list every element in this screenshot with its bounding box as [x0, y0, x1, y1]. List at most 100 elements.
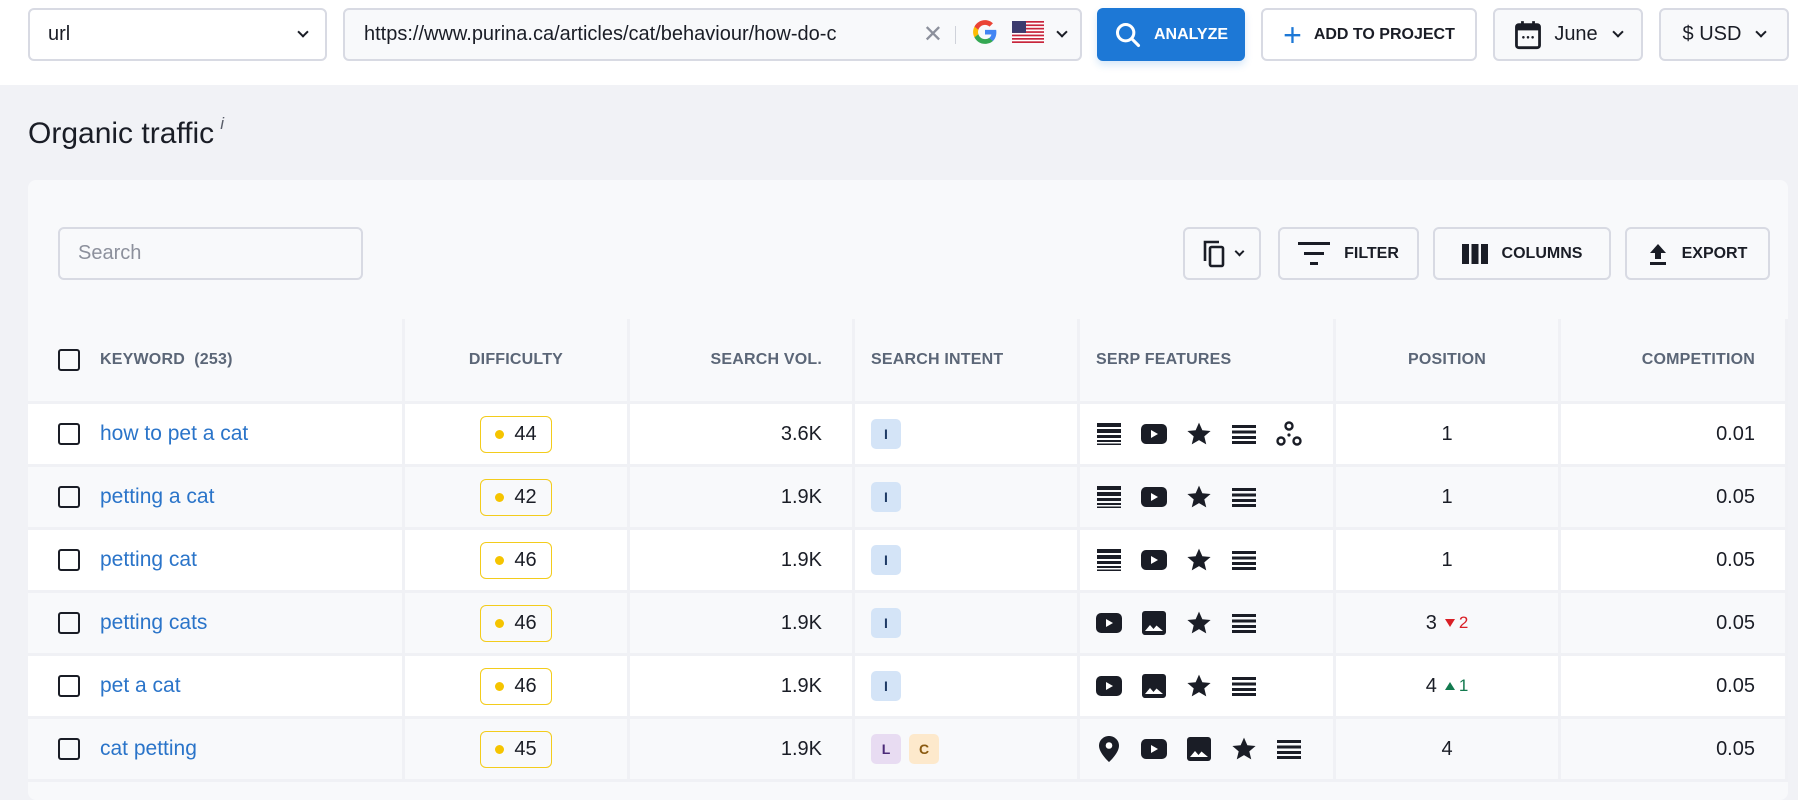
images-icon[interactable] — [1141, 610, 1167, 636]
difficulty-value: 46 — [514, 548, 537, 571]
us-flag-icon[interactable] — [1012, 20, 1044, 49]
position-value: 1 — [1441, 485, 1453, 508]
position-cell: 41 — [1336, 656, 1561, 716]
intent-badge: I — [871, 545, 901, 575]
featured-snippet-icon[interactable] — [1096, 484, 1122, 510]
difficulty-dot-icon — [495, 744, 505, 754]
analyze-button[interactable]: ANALYZE — [1097, 8, 1245, 61]
search-volume-cell: 1.9K — [630, 593, 855, 653]
images-icon[interactable] — [1186, 736, 1212, 762]
competition-cell: 0.05 — [1561, 593, 1788, 653]
difficulty-cell: 42 — [405, 467, 630, 527]
images-icon[interactable] — [1141, 673, 1167, 699]
row-checkbox[interactable] — [58, 738, 80, 760]
currency-select[interactable]: $ USD — [1659, 8, 1789, 61]
search-intent-cell: I — [855, 404, 1080, 464]
search-input[interactable] — [78, 242, 343, 265]
url-input-value[interactable]: https://www.purina.ca/articles/cat/behav… — [364, 23, 917, 46]
keyword-link[interactable]: petting cats — [100, 611, 207, 635]
keyword-link[interactable]: cat petting — [100, 737, 197, 761]
clear-icon[interactable]: ✕ — [923, 20, 943, 49]
competition-cell: 0.01 — [1561, 404, 1788, 464]
video-icon[interactable] — [1141, 421, 1167, 447]
difficulty-cell: 46 — [405, 530, 630, 590]
keyword-link[interactable]: petting cat — [100, 548, 197, 572]
filter-button[interactable]: FILTER — [1278, 227, 1419, 280]
reviews-icon[interactable] — [1186, 610, 1212, 636]
row-checkbox[interactable] — [58, 612, 80, 634]
knowledge-graph-icon[interactable] — [1276, 421, 1302, 447]
video-icon[interactable] — [1141, 736, 1167, 762]
local-pack-icon[interactable] — [1096, 736, 1122, 762]
row-checkbox[interactable] — [58, 675, 80, 697]
header-keyword[interactable]: KEYWORD (253) — [28, 319, 405, 401]
people-also-ask-icon[interactable] — [1231, 484, 1257, 510]
table-row[interactable]: petting cats 46 1.9K I 32 0.05 — [28, 593, 1788, 656]
serp-features-cell — [1080, 656, 1336, 716]
url-input-field[interactable]: https://www.purina.ca/articles/cat/behav… — [343, 8, 1082, 61]
table-row[interactable]: petting cat 46 1.9K I 1 0.05 — [28, 530, 1788, 593]
chevron-down-icon — [1234, 246, 1244, 256]
people-also-ask-icon[interactable] — [1231, 610, 1257, 636]
table-row[interactable]: cat petting 45 1.9K LC 4 0.05 — [28, 719, 1788, 782]
video-icon[interactable] — [1141, 484, 1167, 510]
row-checkbox[interactable] — [58, 549, 80, 571]
competition-cell: 0.05 — [1561, 467, 1788, 527]
info-icon[interactable]: i — [220, 114, 224, 133]
search-intent-cell: I — [855, 467, 1080, 527]
featured-snippet-icon[interactable] — [1096, 547, 1122, 573]
reviews-icon[interactable] — [1186, 547, 1212, 573]
add-to-project-button[interactable]: + ADD TO PROJECT — [1261, 8, 1477, 61]
position-value: 1 — [1441, 422, 1453, 445]
header-search-intent[interactable]: SEARCH INTENT — [855, 319, 1080, 401]
export-label: EXPORT — [1681, 244, 1748, 262]
columns-label: COLUMNS — [1501, 244, 1583, 262]
row-checkbox[interactable] — [58, 486, 80, 508]
select-all-checkbox[interactable] — [58, 349, 80, 371]
people-also-ask-icon[interactable] — [1231, 421, 1257, 447]
people-also-ask-icon[interactable] — [1276, 736, 1302, 762]
difficulty-value: 42 — [514, 485, 537, 508]
people-also-ask-icon[interactable] — [1231, 547, 1257, 573]
difficulty-dot-icon — [495, 429, 505, 439]
position-change: 1 — [1444, 676, 1468, 696]
row-checkbox[interactable] — [58, 423, 80, 445]
month-select[interactable]: June — [1493, 8, 1643, 61]
copy-button[interactable] — [1183, 227, 1261, 280]
header-serp-features[interactable]: SERP FEATURES — [1080, 319, 1336, 401]
video-icon[interactable] — [1141, 547, 1167, 573]
keyword-link[interactable]: petting a cat — [100, 485, 214, 509]
people-also-ask-icon[interactable] — [1231, 673, 1257, 699]
url-type-select[interactable]: url — [28, 8, 327, 61]
video-icon[interactable] — [1096, 610, 1122, 636]
serp-features-cell — [1080, 404, 1336, 464]
header-position[interactable]: POSITION — [1336, 319, 1561, 401]
keyword-search[interactable] — [58, 227, 363, 280]
chevron-down-icon[interactable] — [1056, 26, 1068, 38]
reviews-icon[interactable] — [1186, 484, 1212, 510]
table-row[interactable]: pet a cat 46 1.9K I 41 0.05 — [28, 656, 1788, 719]
position-cell: 1 — [1336, 530, 1561, 590]
reviews-icon[interactable] — [1186, 421, 1212, 447]
difficulty-badge: 42 — [480, 478, 552, 516]
keyword-link[interactable]: pet a cat — [100, 674, 181, 698]
header-search-vol[interactable]: SEARCH VOL. — [630, 319, 855, 401]
page-title-text: Organic traffic — [28, 117, 215, 150]
position-delta: 2 — [1458, 613, 1469, 632]
table-row[interactable]: petting a cat 42 1.9K I 1 0.05 — [28, 467, 1788, 530]
columns-button[interactable]: COLUMNS — [1433, 227, 1611, 280]
keyword-link[interactable]: how to pet a cat — [100, 422, 248, 446]
video-icon[interactable] — [1096, 673, 1122, 699]
reviews-icon[interactable] — [1231, 736, 1257, 762]
table-row[interactable]: how to pet a cat 44 3.6K I 1 0.01 — [28, 404, 1788, 467]
header-difficulty[interactable]: DIFFICULTY — [405, 319, 630, 401]
page-title: Organic traffic i — [28, 114, 224, 151]
featured-snippet-icon[interactable] — [1096, 421, 1122, 447]
keyword-cell: petting cats — [28, 593, 405, 653]
keywords-table: KEYWORD (253) DIFFICULTY SEARCH VOL. SEA… — [28, 319, 1788, 782]
reviews-icon[interactable] — [1186, 673, 1212, 699]
header-competition[interactable]: COMPETITION — [1561, 319, 1788, 401]
export-button[interactable]: EXPORT — [1625, 227, 1770, 280]
scrollbar[interactable] — [1792, 180, 1798, 784]
google-icon[interactable] — [972, 19, 998, 51]
